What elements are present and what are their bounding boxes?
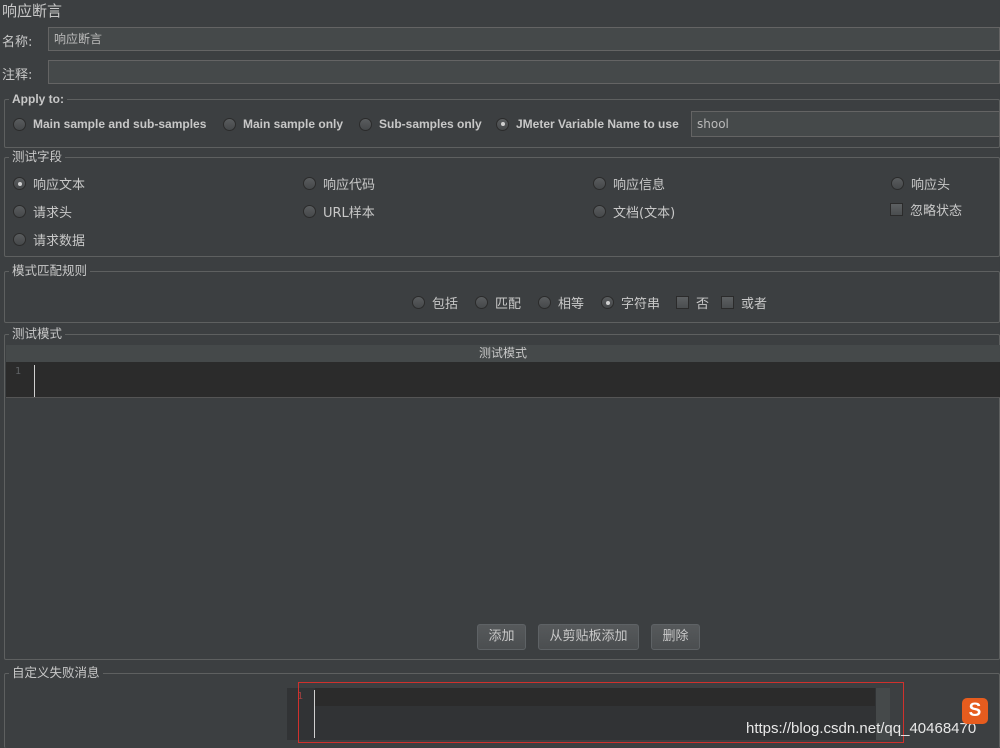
apply-option-label: JMeter Variable Name to use: [516, 117, 679, 131]
field-option-label: URL样本: [323, 206, 375, 221]
pattern-rules-legend: 模式匹配规则: [9, 263, 91, 279]
radio-icon[interactable]: [303, 177, 316, 190]
radio-icon[interactable]: [13, 205, 26, 218]
apply-option-label: Sub-samples only: [379, 117, 482, 131]
field-option-label: 响应头: [911, 178, 951, 193]
radio-icon[interactable]: [891, 177, 904, 190]
radio-icon[interactable]: [593, 205, 606, 218]
name-label: 名称:: [2, 35, 33, 50]
rule-equals-radio[interactable]: 相等: [538, 293, 584, 312]
radio-icon[interactable]: [13, 117, 26, 131]
rule-label: 相等: [558, 297, 585, 312]
comment-label: 注释:: [2, 68, 33, 83]
add-from-clipboard-button[interactable]: 从剪贴板添加: [538, 624, 639, 650]
rule-check-label: 或者: [741, 297, 768, 312]
radio-icon[interactable]: [593, 177, 606, 190]
field-response-code-radio[interactable]: 响应代码: [303, 174, 375, 193]
radio-icon[interactable]: [13, 233, 26, 246]
rule-substring-radio[interactable]: 字符串: [601, 293, 660, 312]
apply-variable-radio[interactable]: JMeter Variable Name to use: [496, 117, 679, 131]
checkbox-icon[interactable]: [721, 296, 734, 309]
rule-label: 匹配: [495, 297, 522, 312]
ignore-status-label: 忽略状态: [910, 204, 963, 219]
ignore-status-checkbox[interactable]: 忽略状态: [890, 200, 962, 219]
add-button[interactable]: 添加: [477, 624, 526, 650]
patterns-column-header[interactable]: 测试模式: [6, 345, 1000, 363]
field-option-label: 响应文本: [33, 178, 86, 193]
test-field-group: 测试字段: [4, 149, 1000, 257]
radio-icon[interactable]: [303, 205, 316, 218]
rule-contains-radio[interactable]: 包括: [412, 293, 458, 312]
rule-or-checkbox[interactable]: 或者: [721, 293, 767, 312]
test-field-legend: 测试字段: [9, 149, 66, 165]
rule-not-checkbox[interactable]: 否: [676, 293, 709, 312]
apply-option-label: Main sample only: [243, 117, 344, 131]
field-option-label: 文档(文本): [613, 206, 676, 221]
field-request-headers-radio[interactable]: 请求头: [13, 202, 72, 221]
watermark-text: https://blog.csdn.net/qq_40468470: [746, 720, 977, 737]
field-url-sample-radio[interactable]: URL样本: [303, 202, 375, 221]
radio-selected-icon[interactable]: [601, 296, 614, 309]
comment-input[interactable]: [48, 60, 1000, 84]
radio-icon[interactable]: [223, 117, 236, 131]
variable-name-input[interactable]: shool: [691, 111, 1000, 137]
radio-icon[interactable]: [359, 117, 372, 131]
page-title: 响应断言: [2, 2, 63, 20]
test-patterns-legend: 测试模式: [9, 326, 66, 342]
rule-check-label: 否: [696, 297, 710, 312]
field-response-headers-radio[interactable]: 响应头: [891, 174, 950, 193]
radio-icon[interactable]: [412, 296, 425, 309]
checkbox-icon[interactable]: [890, 203, 903, 216]
field-response-text-radio[interactable]: 响应文本: [13, 174, 85, 193]
field-option-label: 响应信息: [613, 178, 666, 193]
text-caret: [34, 365, 35, 397]
apply-option-label: Main sample and sub-samples: [33, 117, 207, 131]
checkbox-icon[interactable]: [676, 296, 689, 309]
rule-label: 包括: [432, 297, 459, 312]
radio-icon[interactable]: [538, 296, 551, 309]
delete-button[interactable]: 删除: [651, 624, 700, 650]
apply-sub-only-radio[interactable]: Sub-samples only: [359, 117, 482, 131]
custom-failure-legend: 自定义失败消息: [9, 665, 103, 681]
radio-selected-icon[interactable]: [496, 117, 509, 131]
apply-main-only-radio[interactable]: Main sample only: [223, 117, 343, 131]
rule-matches-radio[interactable]: 匹配: [475, 293, 521, 312]
line-number: 1: [15, 366, 22, 377]
radio-selected-icon[interactable]: [13, 177, 26, 190]
field-response-message-radio[interactable]: 响应信息: [593, 174, 665, 193]
field-option-label: 请求数据: [33, 234, 86, 249]
field-request-data-radio[interactable]: 请求数据: [13, 230, 85, 249]
field-option-label: 请求头: [33, 206, 73, 221]
rule-label: 字符串: [621, 297, 661, 312]
sogou-logo-icon: S: [962, 698, 988, 724]
radio-icon[interactable]: [475, 296, 488, 309]
name-input[interactable]: 响应断言: [48, 27, 1000, 51]
field-document-radio[interactable]: 文档(文本): [593, 202, 675, 221]
apply-to-legend: Apply to:: [9, 91, 67, 107]
apply-main-and-sub-radio[interactable]: Main sample and sub-samples: [13, 117, 206, 131]
pattern-editor[interactable]: 1: [6, 363, 1000, 398]
field-option-label: 响应代码: [323, 178, 376, 193]
